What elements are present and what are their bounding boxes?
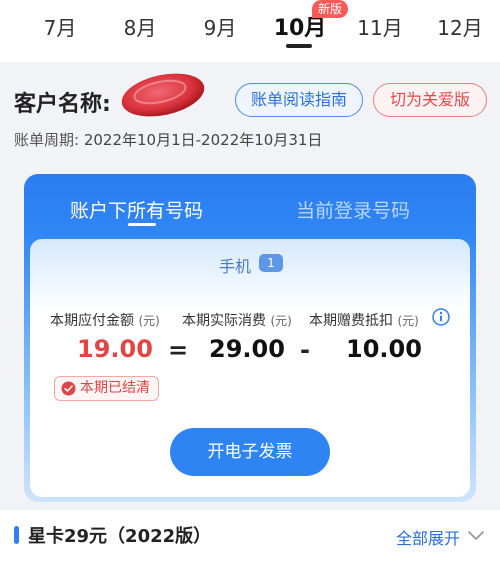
chevron-down-icon[interactable] — [467, 528, 485, 542]
billing-period: 账单周期: 2022年10月1日-2022年10月31日 — [14, 129, 322, 150]
month-tab-november[interactable]: 11月 — [350, 12, 410, 41]
bill-guide-button[interactable]: 账单阅读指南 — [235, 83, 363, 117]
actual-spend-label: 本期实际消费 (元) — [182, 310, 292, 330]
tab-all-numbers[interactable]: 账户下所有号码 — [70, 196, 203, 223]
amount-due-label: 本期应付金额 (元) — [50, 310, 160, 330]
gift-deduction-value: 10.00 — [346, 335, 422, 363]
plan-title: 星卡29元（2022版） — [28, 526, 212, 547]
gift-deduction-label-text: 本期赠费抵扣 — [309, 313, 393, 329]
e-invoice-button[interactable]: 开电子发票 — [170, 428, 330, 476]
amount-due-unit: (元) — [138, 314, 160, 328]
phone-category-label: 手机 — [219, 257, 252, 276]
customer-name-label: 客户名称: — [14, 92, 111, 117]
info-icon[interactable] — [432, 308, 450, 326]
month-tab-august[interactable]: 8月 — [110, 12, 170, 41]
new-version-badge: 新版 — [312, 0, 349, 18]
actual-spend-value: 29.00 — [209, 335, 285, 363]
month-tab-september[interactable]: 9月 — [190, 12, 250, 41]
active-month-indicator — [286, 44, 312, 48]
equals-sign: = — [168, 336, 189, 364]
gift-deduction-unit: (元) — [397, 314, 419, 328]
amount-due-value: 19.00 — [77, 335, 153, 363]
minus-sign: - — [300, 336, 310, 364]
redaction-blob — [121, 73, 205, 117]
actual-spend-label-text: 本期实际消费 — [182, 313, 266, 329]
month-tab-december[interactable]: 12月 — [430, 12, 490, 41]
active-tab-indicator — [128, 223, 156, 226]
phone-count-badge: 1 — [259, 254, 283, 272]
plan-section-marker — [14, 526, 19, 544]
check-circle-icon — [61, 381, 76, 396]
tab-current-number[interactable]: 当前登录号码 — [296, 196, 410, 223]
settled-status-text: 本期已结清 — [80, 380, 150, 396]
expand-all-link[interactable]: 全部展开 — [396, 525, 460, 549]
settled-status-badge: 本期已结清 — [54, 376, 159, 401]
billing-period-label: 账单周期: — [14, 131, 80, 149]
care-mode-button[interactable]: 切为关爱版 — [373, 83, 487, 117]
month-tab-bar: 7月 8月 9月 10月 11月 12月 新版 — [0, 0, 500, 62]
amount-due-label-text: 本期应付金额 — [50, 313, 134, 329]
month-tab-july[interactable]: 7月 — [30, 12, 90, 41]
actual-spend-unit: (元) — [270, 314, 292, 328]
billing-period-value: 2022年10月1日-2022年10月31日 — [83, 131, 323, 149]
gift-deduction-label: 本期赠费抵扣 (元) — [309, 310, 419, 330]
